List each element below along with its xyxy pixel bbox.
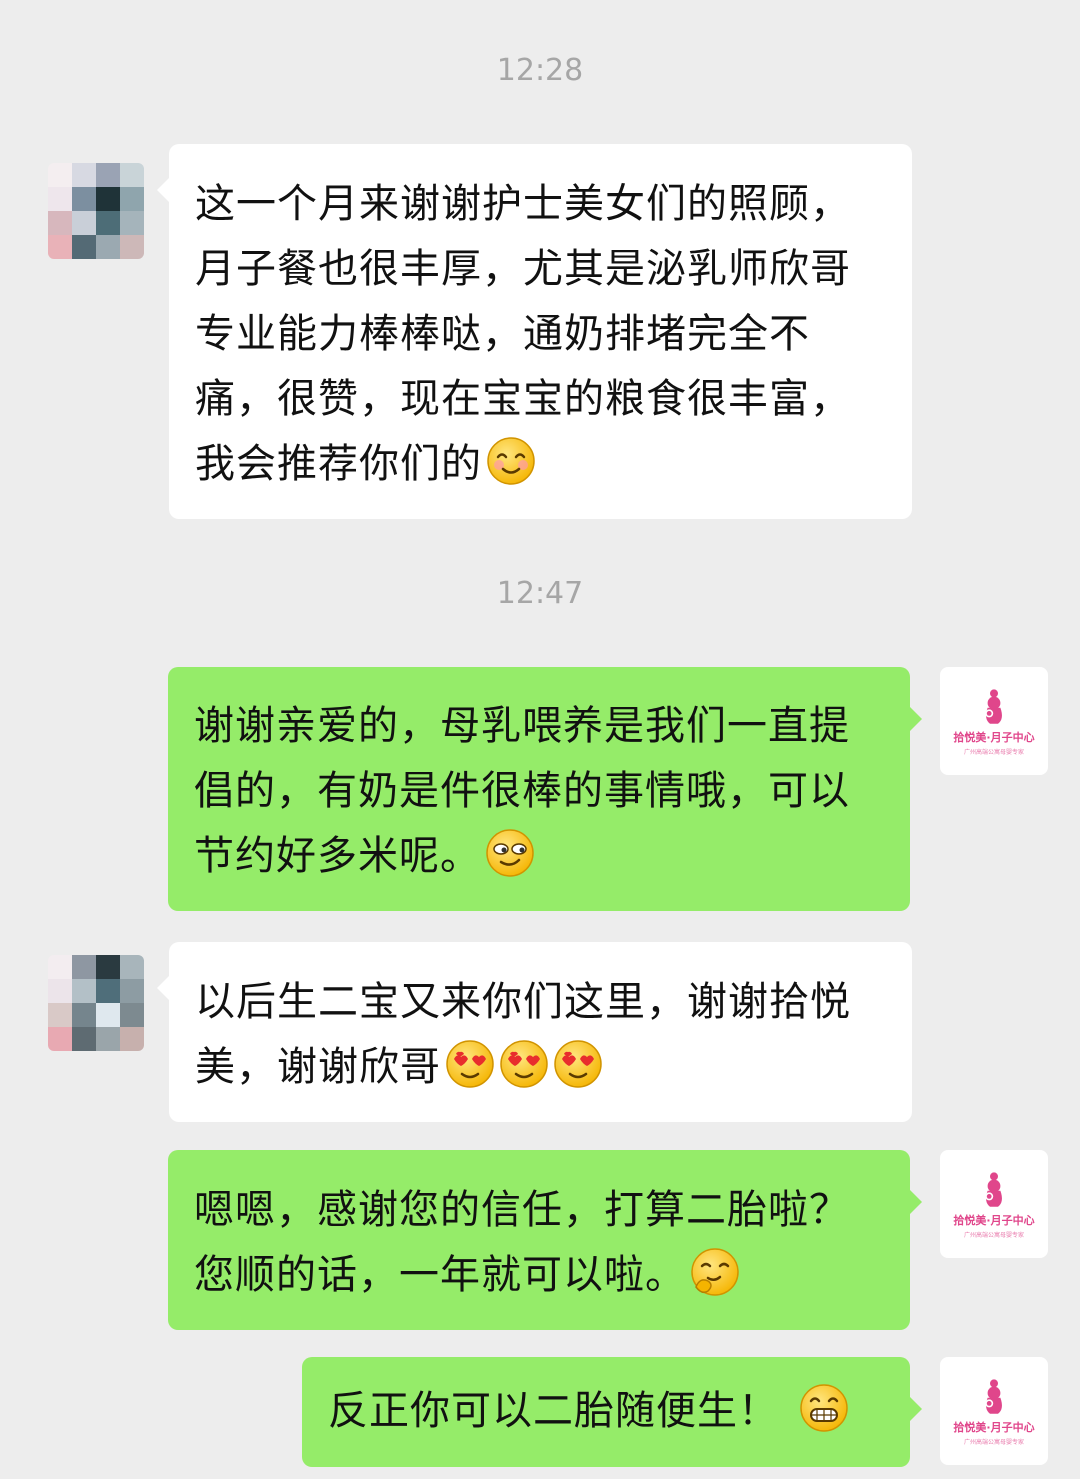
brand-logo-subtitle: 广州高端公寓母婴专家	[963, 1231, 1024, 1239]
message-text: 嗯嗯，感谢您的信任，打算二胎啦？您顺的话，一年就可以啦。	[194, 1187, 850, 1298]
incoming-message[interactable]: 这一个月来谢谢护士美女们的照顾，月子餐也很丰厚，尤其是泌乳师欣哥专业能力棒棒哒，…	[157, 144, 912, 519]
brand-logo-text: 拾悦美·月子中心	[953, 1213, 1035, 1227]
brand-logo-text: 拾悦美·月子中心	[953, 730, 1035, 744]
brand-logo-text: 拾悦美·月子中心	[953, 1420, 1035, 1434]
outgoing-message[interactable]: 嗯嗯，感谢您的信任，打算二胎啦？您顺的话，一年就可以啦。	[168, 1150, 922, 1330]
grin-emoji-icon	[799, 1383, 849, 1433]
outgoing-message[interactable]: 谢谢亲爱的，母乳喂养是我们一直提倡的，有奶是件很棒的事情哦，可以节约好多米呢。	[168, 667, 922, 911]
brand-avatar[interactable]: 拾悦美·月子中心 广州高端公寓母婴专家	[940, 1357, 1048, 1465]
brand-logo-icon	[974, 1377, 1014, 1417]
outgoing-message[interactable]: 反正你可以二胎随便生！	[302, 1357, 922, 1467]
timestamp: 12:47	[496, 576, 584, 611]
heart-eyes-emoji-icon	[553, 1039, 603, 1089]
message-text: 反正你可以二胎随便生！	[328, 1388, 779, 1434]
contact-avatar[interactable]	[48, 163, 144, 259]
hmm-emoji-icon	[690, 1247, 740, 1297]
brand-logo-subtitle: 广州高端公寓母婴专家	[963, 1438, 1024, 1446]
smirk-emoji-icon	[485, 828, 535, 878]
brand-avatar[interactable]: 拾悦美·月子中心 广州高端公寓母婴专家	[940, 667, 1048, 775]
brand-logo-subtitle: 广州高端公寓母婴专家	[963, 748, 1024, 756]
incoming-message[interactable]: 以后生二宝又来你们这里，谢谢拾悦美，谢谢欣哥	[157, 942, 912, 1122]
heart-eyes-emoji-icon	[445, 1039, 495, 1089]
contact-avatar[interactable]	[48, 955, 144, 1051]
smile-emoji-icon	[486, 436, 536, 486]
brand-avatar[interactable]: 拾悦美·月子中心 广州高端公寓母婴专家	[940, 1150, 1048, 1258]
brand-logo-icon	[974, 687, 1014, 727]
timestamp: 12:28	[496, 53, 584, 88]
heart-eyes-emoji-icon	[499, 1039, 549, 1089]
brand-logo-icon	[974, 1170, 1014, 1210]
